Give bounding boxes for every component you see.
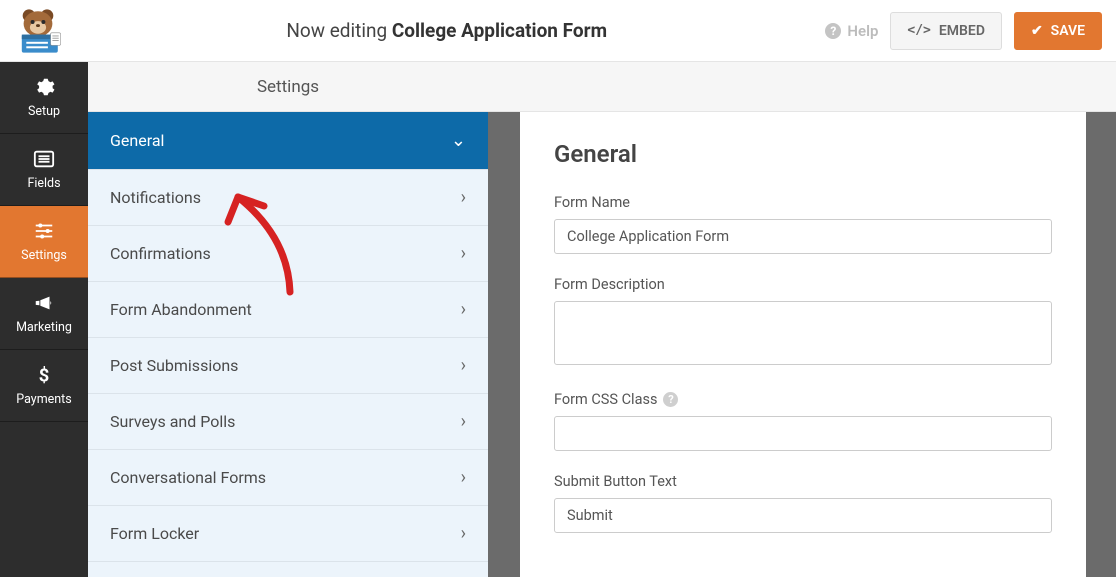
- sidebar-item-settings[interactable]: Settings: [0, 206, 88, 278]
- form-name-input[interactable]: [554, 219, 1052, 254]
- form-name-label: Form Name: [554, 194, 1052, 211]
- settings-subcolumn: Settings General ⌄ Notifications › Confi…: [88, 62, 488, 577]
- submenu-item-surveys-polls[interactable]: Surveys and Polls ›: [88, 394, 488, 450]
- chevron-right-icon: ›: [461, 411, 466, 432]
- submenu-label: Post Submissions: [110, 356, 238, 375]
- submenu-item-conversational-forms[interactable]: Conversational Forms ›: [88, 450, 488, 506]
- embed-button[interactable]: </> EMBED: [890, 12, 1002, 50]
- submenu-item-post-submissions[interactable]: Post Submissions ›: [88, 338, 488, 394]
- submenu-item-form-locker[interactable]: Form Locker ›: [88, 506, 488, 562]
- field-form-name: Form Name: [554, 194, 1052, 254]
- sidebar-label: Settings: [21, 248, 67, 263]
- dollar-icon: $: [33, 364, 55, 386]
- body-area: Setup Fields Settings Marketing $ Paymen…: [0, 62, 1116, 577]
- sidebar-item-payments[interactable]: $ Payments: [0, 350, 88, 422]
- content-header-strip: [488, 62, 1116, 112]
- sidebar-item-marketing[interactable]: Marketing: [0, 278, 88, 350]
- submenu-label: Notifications: [110, 188, 201, 207]
- field-submit-button-text: Submit Button Text: [554, 473, 1052, 533]
- chevron-right-icon: ›: [461, 355, 466, 376]
- chevron-right-icon: ›: [461, 523, 466, 544]
- help-button[interactable]: ? Help: [825, 22, 878, 40]
- settings-submenu: General ⌄ Notifications › Confirmations …: [88, 112, 488, 577]
- editing-prefix: Now editing: [286, 19, 387, 42]
- chevron-right-icon: ›: [461, 299, 466, 320]
- form-css-class-label-text: Form CSS Class: [554, 391, 657, 408]
- chevron-right-icon: ›: [461, 243, 466, 264]
- sidebar-item-setup[interactable]: Setup: [0, 62, 88, 134]
- submenu-label: Surveys and Polls: [110, 412, 235, 431]
- app-logo: [8, 7, 68, 55]
- svg-text:$: $: [39, 365, 50, 386]
- gear-icon: [33, 76, 55, 98]
- topbar: Now editing College Application Form ? H…: [0, 0, 1116, 62]
- submenu-label: Form Locker: [110, 524, 199, 543]
- field-form-description: Form Description: [554, 276, 1052, 369]
- help-label: Help: [847, 22, 878, 40]
- list-icon: [33, 148, 55, 170]
- chevron-down-icon: ⌄: [451, 130, 466, 151]
- field-form-css-class: Form CSS Class ?: [554, 391, 1052, 451]
- check-icon: ✔: [1031, 23, 1043, 39]
- submit-button-text-input[interactable]: [554, 498, 1052, 533]
- sidebar-main: Setup Fields Settings Marketing $ Paymen…: [0, 62, 88, 577]
- submenu-item-confirmations[interactable]: Confirmations ›: [88, 226, 488, 282]
- sidebar-item-fields[interactable]: Fields: [0, 134, 88, 206]
- sidebar-label: Fields: [27, 176, 60, 191]
- save-label: SAVE: [1051, 23, 1085, 39]
- submenu-item-notifications[interactable]: Notifications ›: [88, 170, 488, 226]
- sidebar-label: Setup: [28, 104, 60, 119]
- form-name-title: College Application Form: [392, 19, 607, 42]
- megaphone-icon: [33, 292, 55, 314]
- sidebar-label: Marketing: [16, 320, 72, 335]
- submenu-label: General: [110, 131, 164, 150]
- settings-subheader: Settings: [88, 62, 488, 112]
- submenu-label: Confirmations: [110, 244, 211, 263]
- submenu-label: Conversational Forms: [110, 468, 266, 487]
- sidebar-label: Payments: [16, 392, 71, 407]
- panel-title: General: [554, 140, 1052, 168]
- form-description-input[interactable]: [554, 301, 1052, 365]
- form-css-class-input[interactable]: [554, 416, 1052, 451]
- chevron-right-icon: ›: [461, 187, 466, 208]
- question-circle-icon[interactable]: ?: [663, 392, 678, 407]
- top-actions: ? Help </> EMBED ✔ SAVE: [825, 12, 1102, 50]
- general-settings-panel: General Form Name Form Description Form …: [520, 112, 1086, 577]
- page-title: Now editing College Application Form: [68, 19, 825, 42]
- form-css-class-label: Form CSS Class ?: [554, 391, 1052, 408]
- submenu-item-general[interactable]: General ⌄: [88, 112, 488, 170]
- embed-label: EMBED: [939, 23, 985, 39]
- sliders-icon: [33, 220, 55, 242]
- submenu-label: Form Abandonment: [110, 300, 252, 319]
- content-column: General Form Name Form Description Form …: [488, 62, 1116, 577]
- form-description-label: Form Description: [554, 276, 1052, 293]
- submit-button-text-label: Submit Button Text: [554, 473, 1052, 490]
- code-icon: </>: [907, 23, 930, 38]
- save-button[interactable]: ✔ SAVE: [1014, 12, 1102, 50]
- question-circle-icon: ?: [825, 23, 841, 39]
- chevron-right-icon: ›: [461, 467, 466, 488]
- submenu-item-form-abandonment[interactable]: Form Abandonment ›: [88, 282, 488, 338]
